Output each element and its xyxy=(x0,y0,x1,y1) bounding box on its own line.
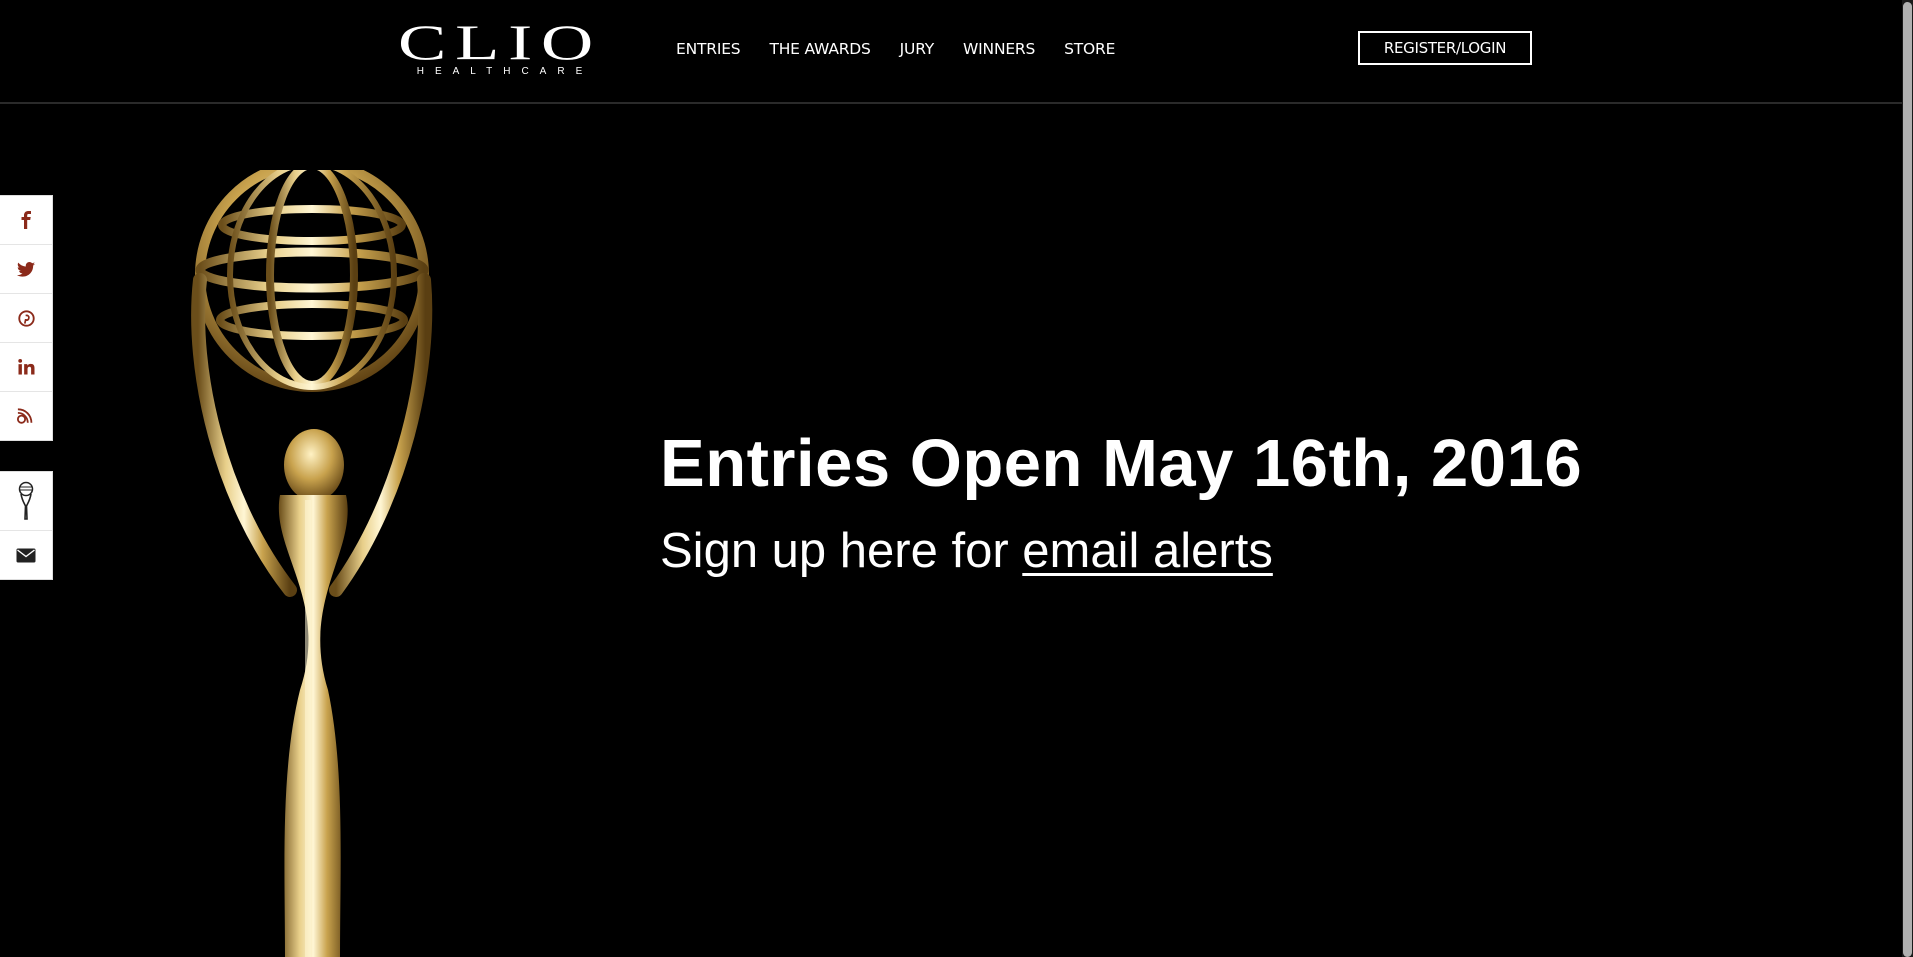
twitter-icon[interactable] xyxy=(0,245,52,294)
logo-wordmark: CLIO xyxy=(398,14,602,70)
mail-icon[interactable] xyxy=(0,531,52,579)
main-nav: ENTRIES THE AWARDS JURY WINNERS STORE xyxy=(676,40,1144,58)
nav-the-awards[interactable]: THE AWARDS xyxy=(769,40,870,58)
site-header: CLIO HEALTHCARE ENTRIES THE AWARDS JURY … xyxy=(0,0,1902,104)
social-share-bar xyxy=(0,195,53,441)
email-alerts-link[interactable]: email alerts xyxy=(1022,524,1273,578)
secondary-share-bar xyxy=(0,471,53,580)
page-scrollbar[interactable] xyxy=(1902,0,1913,957)
pinterest-icon[interactable] xyxy=(0,294,52,343)
facebook-icon[interactable] xyxy=(0,196,52,245)
clio-healthcare-logo[interactable]: CLIO HEALTHCARE xyxy=(398,17,600,78)
linkedin-icon[interactable] xyxy=(0,343,52,392)
hero-subtitle-prefix: Sign up here for xyxy=(660,524,1023,578)
clio-statue-icon[interactable] xyxy=(0,472,52,531)
nav-entries[interactable]: ENTRIES xyxy=(676,40,741,58)
nav-winners[interactable]: WINNERS xyxy=(963,40,1035,58)
clio-trophy-image xyxy=(191,170,433,957)
nav-store[interactable]: STORE xyxy=(1064,40,1115,58)
blogger-icon[interactable] xyxy=(0,392,52,440)
hero-title: Entries Open May 16th, 2016 xyxy=(660,426,1583,501)
register-login-button[interactable]: REGISTER/LOGIN xyxy=(1358,31,1532,65)
scrollbar-thumb[interactable] xyxy=(1903,2,1912,957)
nav-jury[interactable]: JURY xyxy=(900,40,935,58)
hero-subtitle: Sign up here for email alerts xyxy=(660,518,1273,584)
